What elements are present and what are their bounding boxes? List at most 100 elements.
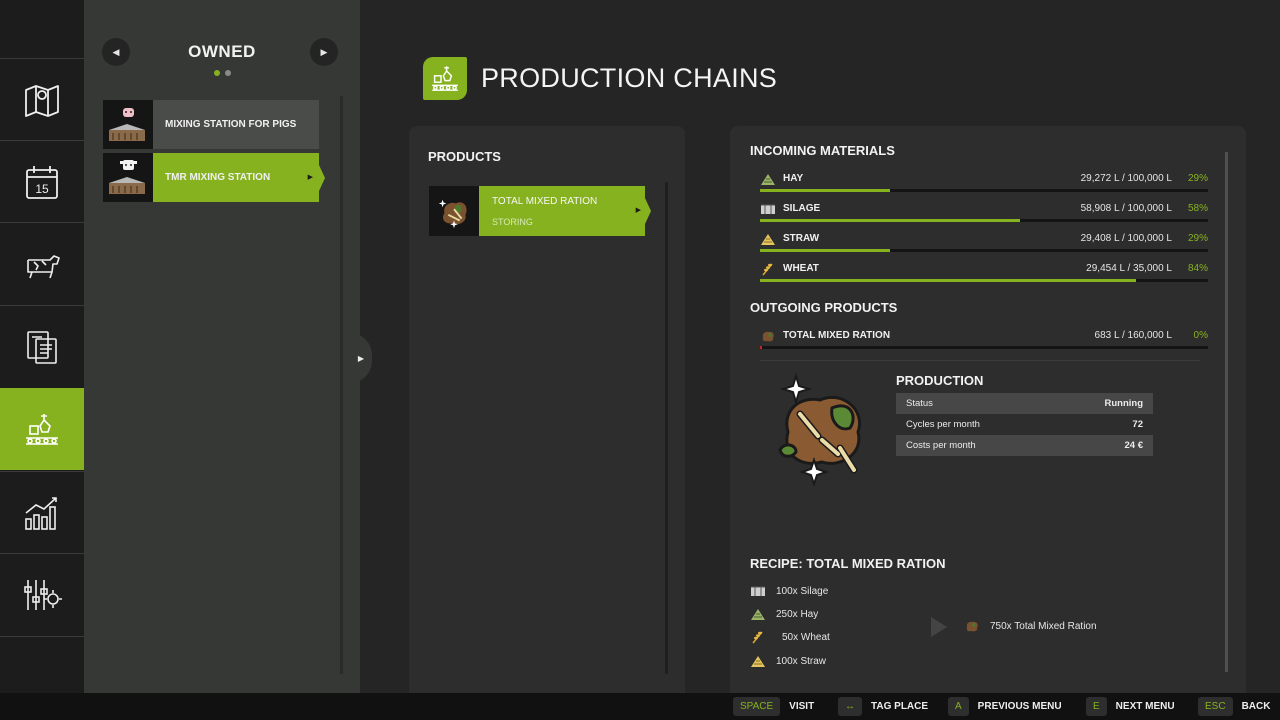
page-dot-2[interactable] — [224, 70, 231, 76]
nav-item-map[interactable] — [0, 58, 84, 140]
statistics-icon — [25, 496, 57, 530]
silage-icon — [751, 586, 765, 596]
outgoing-row-tmr: TOTAL MIXED RATION 683 L / 160,000 L 0% — [760, 326, 1208, 354]
row-label: Status — [906, 398, 933, 409]
key-badge: E — [1086, 697, 1107, 716]
nav-item-animals[interactable] — [0, 222, 84, 304]
material-name: SILAGE — [783, 203, 821, 214]
scrollbar-thumb[interactable] — [1225, 152, 1228, 672]
owned-item-pig-mixing-station[interactable]: MIXING STATION FOR PIGS — [103, 100, 319, 149]
key-badge: ↔ — [838, 697, 862, 716]
material-amount: 58,908 L / 100,000 L — [1080, 203, 1172, 214]
map-icon — [25, 84, 59, 117]
main-nav: 15 — [0, 0, 84, 693]
hint-label: PREVIOUS MENU — [977, 701, 1062, 712]
fill-level-value — [760, 249, 890, 252]
product-item-tmr[interactable]: TOTAL MIXED RATION STORING ▶ — [429, 186, 645, 236]
tmr-icon — [438, 199, 467, 229]
tmr-icon — [762, 331, 774, 342]
recipe-input: 50x Wheat — [750, 628, 830, 646]
material-amount: 29,454 L / 35,000 L — [1086, 263, 1172, 274]
wheat-icon — [762, 263, 773, 276]
owned-item-label: MIXING STATION FOR PIGS — [165, 119, 297, 130]
product-percent: 0% — [1193, 330, 1208, 341]
recipe-input-text: 250x Hay — [776, 608, 819, 620]
hint-label: VISIT — [789, 701, 815, 712]
tmr-station-thumbnail — [103, 153, 153, 202]
incoming-row-straw: STRAW 29,408 L / 100,000 L 29% — [760, 229, 1208, 257]
nav-item-settings[interactable] — [0, 553, 84, 635]
owned-header: ◀ OWNED ▶ — [84, 34, 360, 76]
products-scrollbar[interactable] — [665, 182, 668, 674]
cow-icon — [27, 254, 60, 278]
fill-level-bar — [760, 279, 1208, 282]
nav-item-production[interactable] — [0, 388, 84, 470]
fill-level-bar — [760, 346, 1208, 349]
recipe-output-text: 750x Total Mixed Ration — [990, 620, 1097, 632]
recipe-input: 100x Silage — [750, 582, 828, 600]
production-chains-icon — [423, 57, 467, 100]
straw-icon — [751, 656, 765, 667]
fill-level-value — [760, 219, 1020, 222]
fill-level-value — [760, 346, 763, 349]
material-name: HAY — [783, 173, 804, 184]
recipe-arrow-icon — [931, 617, 947, 637]
owned-item-tmr-mixing-station[interactable]: TMR MIXING STATION ▶ — [103, 153, 319, 202]
owned-scrollbar[interactable] — [340, 96, 343, 674]
row-label: Costs per month — [906, 440, 976, 451]
material-amount: 29,272 L / 100,000 L — [1080, 173, 1172, 184]
nav-spacer — [0, 636, 84, 693]
recipe-input-text: 50x Wheat — [782, 631, 830, 643]
row-value: Running — [1104, 398, 1143, 409]
cow-head-icon — [109, 160, 145, 194]
row-label: Cycles per month — [906, 419, 980, 430]
product-status: STORING — [492, 216, 533, 227]
hint-previous-menu[interactable]: A PREVIOUS MENU — [948, 697, 1062, 716]
production-row-cycles: Cycles per month 72 — [896, 414, 1153, 435]
recipe-input: 250x Hay — [750, 605, 818, 623]
incoming-row-hay: HAY 29,272 L / 100,000 L 29% — [760, 169, 1208, 197]
hint-next-menu[interactable]: E NEXT MENU — [1086, 697, 1175, 716]
product-name: TOTAL MIXED RATION — [492, 195, 598, 207]
nav-item-contracts[interactable] — [0, 305, 84, 387]
tmr-icon — [966, 621, 978, 632]
tmr-thumbnail — [429, 186, 479, 236]
silage-icon — [761, 204, 775, 214]
details-panel: INCOMING MATERIALS HAY 29,272 L / 100,00… — [730, 126, 1246, 693]
straw-icon — [761, 234, 775, 245]
nav-item-calendar[interactable]: 15 — [0, 140, 84, 222]
settings-icon — [24, 579, 62, 610]
hint-tag-place[interactable]: ↔ TAG PLACE — [838, 697, 928, 716]
page-title: PRODUCTION CHAINS — [481, 63, 778, 93]
selected-caret-icon: ▶ — [635, 207, 641, 214]
material-amount: 29,408 L / 100,000 L — [1080, 233, 1172, 244]
product-amount: 683 L / 160,000 L — [1094, 330, 1172, 341]
material-name: STRAW — [783, 233, 820, 244]
recipe-input-text: 100x Silage — [776, 585, 829, 597]
hint-back[interactable]: ESC BACK — [1198, 697, 1270, 716]
hint-visit[interactable]: SPACE VISIT — [733, 697, 814, 716]
page-dot-1[interactable] — [213, 70, 220, 76]
key-badge: ESC — [1198, 697, 1233, 716]
product-name: TOTAL MIXED RATION — [783, 330, 891, 341]
production-row-costs: Costs per month 24 € — [896, 435, 1153, 456]
material-percent: 84% — [1187, 263, 1208, 274]
key-badge: A — [948, 697, 969, 716]
svg-text:15: 15 — [35, 182, 49, 196]
material-percent: 29% — [1187, 233, 1208, 244]
hay-icon — [761, 174, 775, 185]
material-percent: 58% — [1187, 203, 1208, 214]
pig-icon — [109, 108, 145, 141]
row-value: 72 — [1132, 419, 1143, 430]
next-page-button[interactable]: ▶ — [310, 38, 338, 66]
wheat-icon — [752, 631, 763, 644]
row-value: 24 € — [1124, 440, 1144, 451]
nav-item-statistics[interactable] — [0, 471, 84, 553]
collapse-panel-handle[interactable]: ▶ — [350, 333, 372, 383]
hint-label: NEXT MENU — [1115, 701, 1175, 712]
material-name: WHEAT — [783, 263, 819, 274]
fill-level-value — [760, 279, 1137, 282]
fill-level-bar — [760, 249, 1208, 252]
input-hints-bar: SPACE VISIT ↔ TAG PLACE A PREVIOUS MENU … — [0, 693, 1280, 720]
details-scrollbar[interactable] — [1225, 152, 1228, 672]
